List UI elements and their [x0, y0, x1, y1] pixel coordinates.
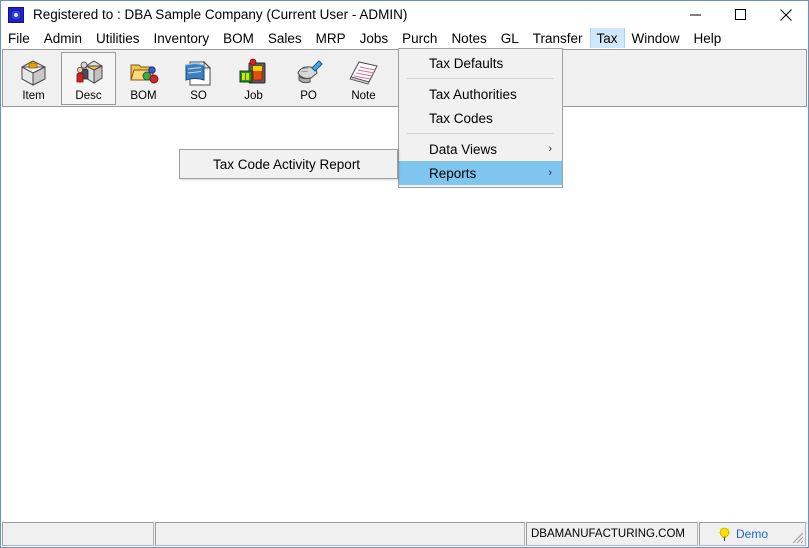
lightbulb-icon	[718, 526, 731, 542]
menu-label: MRP	[315, 30, 346, 46]
tax-menu-item-data-views[interactable]: Data Views ›	[399, 137, 562, 161]
maximize-button[interactable]	[718, 1, 763, 28]
toolbar-button-label: Job	[244, 90, 263, 102]
tax-menu-item-tax-authorities[interactable]: Tax Authorities	[399, 82, 562, 106]
submenu-item-label: Tax Code Activity Report	[213, 156, 361, 172]
menu-file[interactable]: File	[1, 28, 37, 48]
toolbar-button-label: Item	[22, 90, 45, 102]
toolbar-button-label: PO	[300, 90, 317, 102]
toolbar-button-so[interactable]: SO	[171, 52, 226, 105]
notepad-icon	[347, 57, 380, 87]
toolbar-button-item[interactable]: Item	[6, 52, 61, 105]
menu-label: BOM	[223, 30, 254, 46]
toolbar-button-label: SO	[190, 90, 207, 102]
purchase-order-icon	[292, 57, 325, 87]
title-bar: Registered to : DBA Sample Company (Curr…	[1, 1, 808, 28]
menu-purch[interactable]: Purch	[395, 28, 444, 48]
resize-grip-icon[interactable]	[790, 530, 804, 544]
menu-admin[interactable]: Admin	[37, 28, 89, 48]
menu-label: Notes	[451, 30, 487, 46]
tax-menu-item-tax-codes[interactable]: Tax Codes	[399, 106, 562, 130]
menu-label: Window	[631, 30, 680, 46]
menu-label: Jobs	[359, 30, 389, 46]
minimize-button[interactable]	[673, 1, 718, 28]
menu-label: Sales	[267, 30, 302, 46]
menu-bar: File Admin Utilities Inventory BOM Sales MRP Jo…	[1, 28, 808, 48]
window-title: Registered to : DBA Sample Company (Curr…	[33, 7, 408, 22]
menu-gl[interactable]: GL	[494, 28, 526, 48]
toolbar-button-po[interactable]: PO	[281, 52, 336, 105]
menu-label: Admin	[43, 30, 83, 46]
menu-label: Inventory	[153, 30, 210, 46]
menu-sales[interactable]: Sales	[261, 28, 309, 48]
status-bar: DBAMANUFACTURING.COM Demo	[2, 522, 807, 546]
folder-parts-icon	[127, 57, 160, 87]
person-box-icon	[72, 57, 105, 87]
menu-inventory[interactable]: Inventory	[147, 28, 217, 48]
menu-utilities[interactable]: Utilities	[89, 28, 147, 48]
menu-notes[interactable]: Notes	[444, 28, 493, 48]
chevron-right-icon: ›	[548, 143, 552, 155]
toolbar-button-label: Desc	[75, 90, 102, 102]
status-panel-1	[2, 522, 154, 546]
window-controls	[673, 1, 808, 28]
menu-help[interactable]: Help	[687, 28, 729, 48]
menu-label: Utilities	[96, 30, 140, 46]
menu-item-label: Data Views	[429, 141, 498, 157]
menu-label: Help	[693, 30, 722, 46]
menu-label: File	[8, 30, 30, 46]
toolbar-button-bom[interactable]: BOM	[116, 52, 171, 105]
demo-label: Demo	[736, 527, 769, 541]
toolbar-button-label: Note	[351, 90, 376, 102]
tax-menu-item-reports[interactable]: Reports ›	[399, 161, 562, 185]
status-panel-website: DBAMANUFACTURING.COM	[526, 522, 698, 546]
menu-transfer[interactable]: Transfer	[526, 28, 590, 48]
tax-menu-item-tax-defaults[interactable]: Tax Defaults	[399, 51, 562, 75]
tax-dropdown-menu: Tax Defaults Tax Authorities Tax Codes Data…	[398, 48, 563, 188]
toolbar-button-desc[interactable]: Desc	[61, 52, 116, 105]
menu-item-label: Tax Authorities	[429, 86, 517, 102]
menu-separator	[407, 78, 554, 79]
menu-item-label: Reports	[429, 165, 477, 181]
menu-item-label: Tax Codes	[429, 110, 493, 126]
reports-submenu-item-tax-code-activity-report[interactable]: Tax Code Activity Report	[180, 152, 397, 176]
app-icon	[8, 6, 24, 23]
toolbar-button-label: BOM	[130, 90, 157, 102]
menu-bom[interactable]: BOM	[216, 28, 261, 48]
menu-item-label: Tax Defaults	[429, 55, 504, 71]
chevron-right-icon: ›	[548, 167, 552, 179]
menu-label: Tax	[596, 30, 618, 46]
box-icon	[17, 57, 50, 87]
sales-order-icon	[182, 57, 215, 87]
close-button[interactable]	[763, 1, 808, 28]
menu-separator	[407, 133, 554, 134]
menu-tax[interactable]: Tax	[589, 28, 625, 48]
toolbar-button-note[interactable]: Note	[336, 52, 391, 105]
status-panel-demo[interactable]: Demo	[699, 522, 806, 546]
job-machine-icon	[237, 57, 270, 87]
status-panel-2	[155, 522, 525, 546]
reports-submenu: Tax Code Activity Report	[179, 149, 398, 179]
menu-label: GL	[500, 30, 519, 46]
menu-label: Purch	[402, 30, 438, 46]
menu-window[interactable]: Window	[625, 28, 687, 48]
menu-jobs[interactable]: Jobs	[353, 28, 396, 48]
application-window: Registered to : DBA Sample Company (Curr…	[0, 0, 809, 548]
menu-mrp[interactable]: MRP	[309, 28, 353, 48]
toolbar-button-job[interactable]: Job	[226, 52, 281, 105]
menu-label: Transfer	[532, 30, 583, 46]
